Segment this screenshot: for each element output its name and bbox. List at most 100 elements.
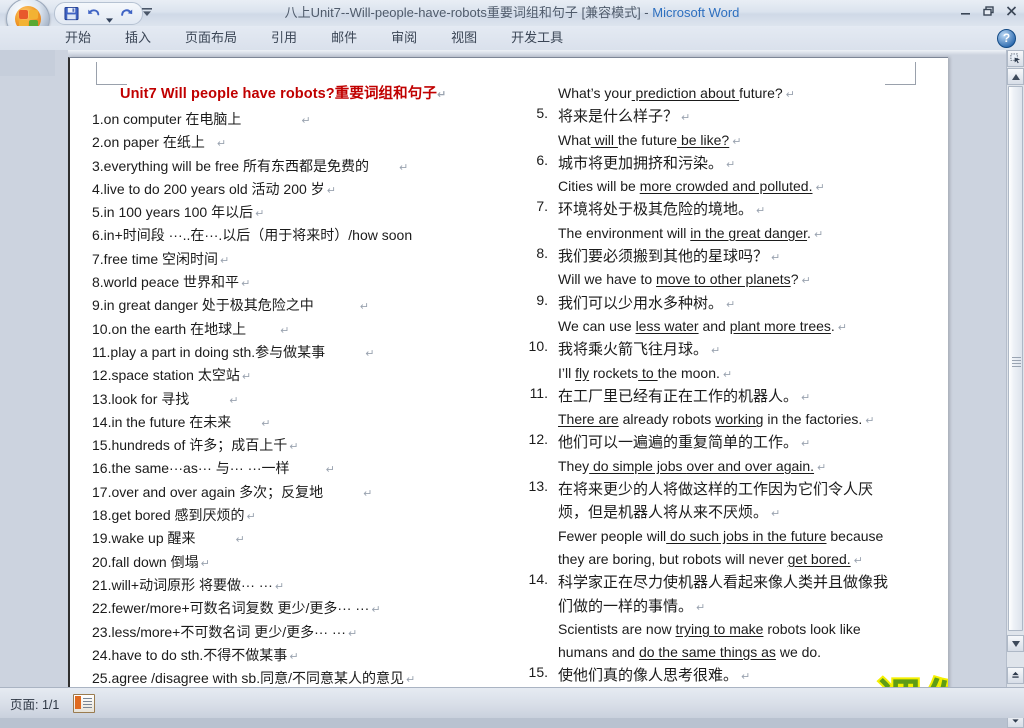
chinese-sentence-line: 使他们真的像人思考很难。 ↵ [558,664,932,687]
vertical-scrollbar[interactable] [1006,50,1024,728]
list-number: 5. [536,105,548,122]
plain-text: What [558,131,591,148]
plain-text: 在将来更少的人将做这样的工作因为它们令人厌 [558,481,874,499]
document-heading: Unit7 Will people have robots?重要词组和句子↵ [120,82,507,103]
left-column-line: 4.live to do 200 years old 活动 200 岁 ↵ [92,178,507,201]
line-text: 7.free time 空闲时间 [92,250,219,267]
ribbon-tabs: 开始 插入 页面布局 引用 邮件 审阅 视图 开发工具 [48,26,580,50]
status-bar: 页面: 1/1 [0,687,1024,718]
right-column-item-body: 科学家正在尽力使机器人看起来像人类并且做像我 们做的一样的事情。 ↵ Scientis… [558,571,932,664]
tab-developer[interactable]: 开发工具 [494,27,580,49]
right-column-item: 11. 在工厂里已经有正在工作的机器人。 ↵ There are already ro… [512,385,932,432]
paragraph-mark: ↵ [813,228,824,241]
paragraph-mark: ↵ [241,278,251,291]
paragraph-mark: ↵ [280,324,290,337]
restore-button[interactable] [979,3,997,19]
left-column-line: 23.less/more+不可数名词 更少/更多··· ··· ↵ [92,621,507,644]
tab-insert[interactable]: 插入 [108,27,168,49]
plain-text: 我将乘火箭飞往月球。 [558,341,709,359]
list-number [512,82,558,105]
line-text: 24.have to do sth.不得不做某事 [92,646,288,663]
left-column-line: 12.space station 太空站 ↵ [92,364,507,387]
english-sentence-line: What’s your prediction about future? ↵ [558,82,932,105]
right-column-item-body: 城市将更加拥挤和污染。 ↵ Cities will be more crowded … [558,152,932,199]
right-column-item: 10. 我将乘火箭飞往月球。 ↵ I’ll fly rockets to the mo… [512,338,932,385]
status-bar-filler [95,688,1024,718]
right-column-item: 8. 我们要必须搬到其他的星球吗？ ↵ Will we have to move to… [512,245,932,292]
left-column-line: 2.on paper 在纸上 ↵ [92,131,507,154]
document-page[interactable]: Unit7 Will people have robots?重要词组和句子↵ 1… [68,57,948,690]
english-sentence-line: humans and do the same things as we do. [558,641,932,664]
scroll-down-button[interactable] [1007,635,1024,652]
plain-text: the moon. [657,364,720,381]
plain-text: I’ll [558,364,576,381]
left-column-line: 16.the same···as··· 与··· ···一样 ↵ [92,457,507,480]
plain-text: 我们可以少用水多种树。 [558,294,724,312]
paragraph-mark: ↵ [241,371,252,384]
plain-text: 烦，但是机器人将从来不厌烦。 [558,504,769,522]
tab-references[interactable]: 引用 [254,27,314,49]
previous-page-button[interactable] [1007,667,1024,684]
select-browse-object-icon[interactable] [1007,50,1024,67]
chinese-sentence-line: 我们要必须搬到其他的星球吗？ ↵ [558,245,932,268]
paragraph-mark: ↵ [255,208,265,221]
left-column-line: 21.will+动词原形 将要做··· ··· ↵ [92,574,507,597]
underlined-phrase: to [638,364,658,381]
list-number: 6. [536,151,548,168]
plain-text: We can use [558,317,636,334]
underlined-phrase: There are [558,411,619,428]
paragraph-mark: ↵ [220,254,230,267]
tab-mailings[interactable]: 邮件 [314,27,374,49]
document-heading-text: Unit7 Will people have robots?重要词组和句子 [120,86,437,102]
line-text: 10.on the earth 在地球上 [92,320,247,337]
paragraph-mark: ↵ [865,415,875,428]
document-left-column: Unit7 Will people have robots?重要词组和句子↵ 1… [92,82,507,690]
line-text: 12.space station 太空站 [92,367,240,384]
paragraph-mark: ↵ [261,417,271,430]
line-text: 21.will+动词原形 将要做··· ··· [92,576,273,593]
right-column-item: 9. 我们可以少用水多种树。 ↵ We can use less water and … [512,292,932,339]
right-column-item: What’s your prediction about future? ↵ [512,82,932,105]
scroll-up-button[interactable] [1007,68,1024,85]
title-bar: 八上Unit7--Will-people-have-robots重要词组和句子 … [0,0,1024,40]
right-column-item-body: 我将乘火箭飞往月球。 ↵ I’ll fly rockets to the moon.… [558,338,932,385]
ribbon-tab-strip: 开始 插入 页面布局 引用 邮件 审阅 视图 开发工具 ? [0,26,1024,51]
help-button[interactable]: ? [997,29,1016,48]
paragraph-mark: ↵ [785,89,795,101]
underlined-phrase: move to other planets [656,271,791,288]
proofing-errors-icon[interactable] [73,693,96,713]
plain-text: 们做的一样的事情。 [558,597,694,615]
english-sentence-line: The environment will in the great danger… [558,222,932,245]
list-number: 9. [536,291,548,308]
right-column-item: 5. 将来是什么样子？ ↵ What will the future be like?… [512,105,932,152]
status-page-indicator[interactable]: 页面: 1/1 [0,694,59,713]
paragraph-mark: ↵ [216,138,227,151]
tab-review[interactable]: 审阅 [374,27,434,49]
underlined-phrase: fly [575,364,590,381]
word-application-window: 八上Unit7--Will-people-have-robots重要词组和句子 … [0,0,1024,728]
tab-home[interactable]: 开始 [48,27,108,49]
right-column-item: 12. 他们可以一遍遍的重复简单的工作。 ↵ They do simple jobs … [512,431,932,478]
right-column-item-body: 将来是什么样子？ ↵ What will the future be like? ↵ [558,105,932,152]
paragraph-mark: ↵ [365,347,375,360]
scrollbar-thumb[interactable] [1008,86,1023,631]
tab-view[interactable]: 视图 [434,27,494,49]
line-text: 19.wake up 醒来 [92,530,196,547]
plain-text: 环境将处于极其危险的境地。 [558,201,754,219]
paragraph-mark: ↵ [436,89,447,101]
plain-text: 在工厂里已经有正在工作的机器人。 [558,387,799,405]
plain-text: 将来是什么样子？ [558,108,679,126]
paragraph-mark: ↵ [711,345,721,358]
line-text: 6.in+时间段 ···..在···.以后（用于将来时）/how soon [92,227,413,244]
list-number: 10. [528,338,548,355]
left-column-line: 17.over and over again 多次；反复地 ↵ [92,481,507,504]
chinese-sentence-line: 将来是什么样子？ ↵ [558,105,932,128]
close-button[interactable] [1002,3,1020,19]
paragraph-mark: ↵ [274,580,285,593]
minimize-button[interactable] [956,3,974,19]
paragraph-mark: ↵ [371,604,381,617]
underlined-phrase: will [590,131,618,148]
chinese-sentence-line: 在工厂里已经有正在工作的机器人。 ↵ [558,385,932,408]
paragraph-mark: ↵ [801,275,811,288]
tab-page-layout[interactable]: 页面布局 [168,27,254,49]
